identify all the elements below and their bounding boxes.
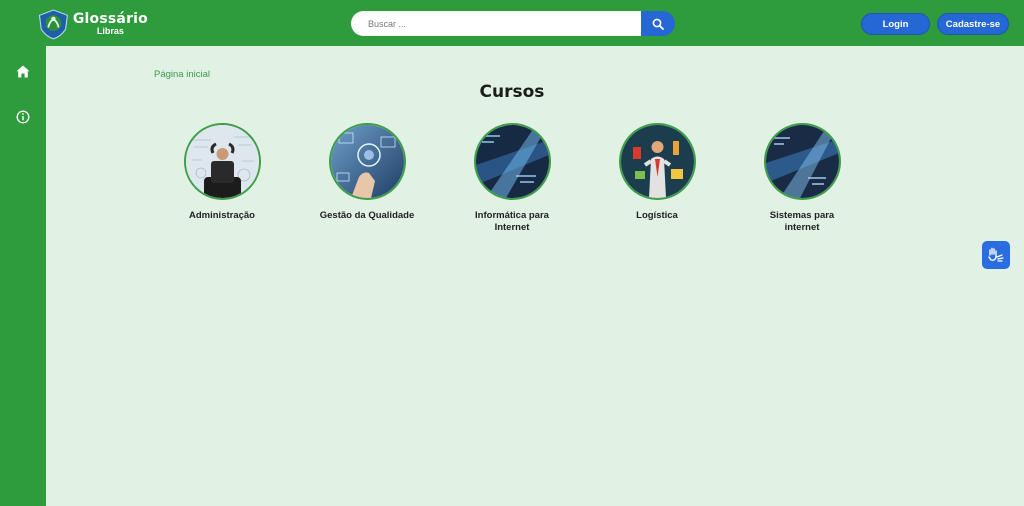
course-card-informatica-internet[interactable]: Informática para Internet [462,123,562,234]
course-label: Gestão da Qualidade [319,210,415,221]
login-button[interactable]: Login [861,13,930,35]
breadcrumb[interactable]: Página inicial [154,69,210,80]
top-bar: Glossário Libras Login Cadastre-se [0,0,1024,46]
course-image [473,123,551,200]
logo-subtitle: Libras [96,26,124,36]
sidebar [0,46,46,506]
course-label: Administração [189,210,255,221]
course-image [328,123,406,200]
logo-badge-icon [38,9,68,40]
course-image [763,123,841,200]
course-card-sistemas-internet[interactable]: Sistemas para internet [752,123,852,234]
search-icon [652,18,664,30]
accessibility-libras-button[interactable] [982,241,1010,269]
search-button[interactable] [641,11,675,36]
signup-button[interactable]: Cadastre-se [937,13,1009,35]
logo[interactable]: Glossário Libras [36,5,148,43]
course-card-gestao-qualidade[interactable]: Gestão da Qualidade [317,123,417,222]
course-card-administracao[interactable]: Administração [172,123,272,222]
course-label: Informática para Internet [475,210,549,233]
course-card-logistica[interactable]: Logística [607,123,707,222]
course-label: Sistemas para internet [769,210,835,233]
sign-language-hands-icon [988,247,1004,262]
search-bar [351,11,675,36]
sidebar-item-home[interactable] [14,62,32,80]
logo-title: Glossário [72,11,148,27]
course-image [183,123,261,200]
home-icon [16,65,30,77]
course-label: Logística [636,210,678,221]
search-input[interactable] [351,11,643,36]
sidebar-item-info[interactable] [14,108,32,126]
course-image [618,123,696,200]
info-icon [16,110,30,124]
main-content: Página inicial Cursos Administração Gest… [46,46,1024,506]
page-title: Cursos [479,82,545,102]
